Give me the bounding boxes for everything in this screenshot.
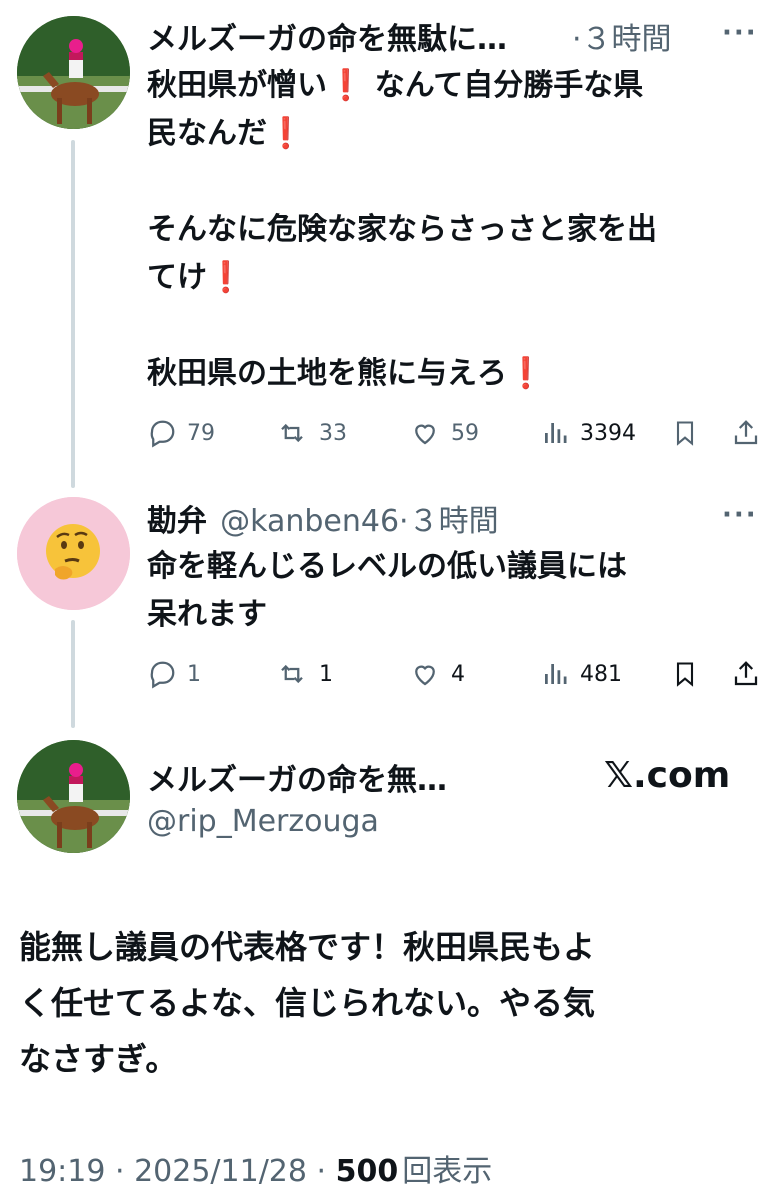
views-count: 481 [580,661,622,687]
like-button[interactable]: 4 [409,659,465,689]
tweet-actions: 79 33 59 3394 [147,416,767,450]
reply-button[interactable]: 79 [147,418,215,448]
like-icon [415,665,435,686]
bookmark-icon [676,662,694,687]
author-line: 勘弁 @kanben46·３時間 [147,496,499,540]
tweet-text: 能無し議員の代表格です！秋田県民もよ く任せてるよな、信じられない。やる気 なさ… [19,919,759,1087]
reply-count: 1 [187,661,201,687]
more-options-icon[interactable]: ··· [722,500,758,530]
bookmark-button[interactable] [671,658,699,690]
avatar[interactable] [17,497,130,610]
horse-jockey-photo [17,740,130,853]
author-name[interactable]: メルズーガの命を無… [147,755,447,799]
views-label: 回表示 [402,1154,493,1189]
retweet-button[interactable]: 33 [275,418,347,448]
tweet-text: 命を軽んじるレベルの低い議員には 呆れます [147,543,757,639]
views-button[interactable]: 481 [540,659,622,689]
tweet-meta-line: 19:19 · 2025/11/28 · 500 回表示 [19,1146,492,1190]
timestamp[interactable]: ·３時間 [572,14,672,58]
reply-button[interactable]: 1 [147,659,201,689]
avatar[interactable] [17,740,130,853]
retweet-button[interactable]: 1 [275,659,333,689]
retweet-icon [281,423,303,443]
views-icon [545,423,567,443]
tweet-text: 秋田県が憎い❗️ なんて自分勝手な県 民なんだ❗️ そんなに危険な家ならさっさと… [147,62,757,398]
author-handle[interactable]: @rip_Merzouga [147,804,379,839]
like-icon [415,424,435,445]
bookmark-button[interactable] [671,417,699,449]
tweet-line: そんなに危険な家ならさっさと家を出 [147,212,657,247]
retweet-count: 1 [319,661,333,687]
horse-jockey-photo [17,16,130,129]
reply-count: 79 [187,420,215,446]
thread-line [71,140,75,488]
like-button[interactable]: 59 [409,418,479,448]
retweet-count: 33 [319,420,347,446]
views-icon [545,664,567,684]
site-label: 𝕏.com [604,755,731,796]
thinking-face-icon [17,497,130,610]
bookmark-icon [676,421,694,446]
tweet-line: 命を軽んじるレベルの低い議員には [147,549,627,584]
share-button[interactable] [731,658,761,690]
views-count: 3394 [580,420,636,446]
like-count: 59 [451,420,479,446]
avatar[interactable] [17,16,130,129]
tweet-line: 秋田県の土地を熊に与えろ❗️ [147,356,545,391]
reply-icon [150,661,175,689]
share-icon [734,420,758,445]
views-count: 500 [335,1154,399,1189]
tweet-timestamp[interactable]: 19:19 · 2025/11/28 · [19,1154,336,1189]
views-button[interactable]: 3394 [540,418,636,448]
tweet-line: てけ❗️ [147,260,245,295]
retweet-icon [281,664,303,684]
author-handle[interactable]: @kanben46 [220,504,399,539]
author-name[interactable]: 勘弁 [147,504,207,539]
tweet-line: 民なんだ❗️ [147,116,305,151]
like-count: 4 [451,661,465,687]
share-button[interactable] [731,417,761,449]
tweet-line: 能無し議員の代表格です！秋田県民もよ [19,928,596,966]
share-icon [734,661,758,686]
more-options-icon[interactable]: ··· [722,18,758,48]
tweet-actions: 1 1 4 481 [147,657,767,691]
timestamp[interactable]: ·３時間 [399,504,499,539]
tweet-line: なさすぎ。 [19,1040,178,1078]
author-name[interactable]: メルズーガの命を無駄に… [147,14,507,58]
tweet-line: 秋田県が憎い❗️ なんて自分勝手な県 [147,68,644,103]
thread-line [71,620,75,728]
tweet-line: く任せてるよな、信じられない。やる気 [19,984,596,1022]
tweet-line: 呆れます [147,597,267,632]
reply-icon [150,420,175,448]
